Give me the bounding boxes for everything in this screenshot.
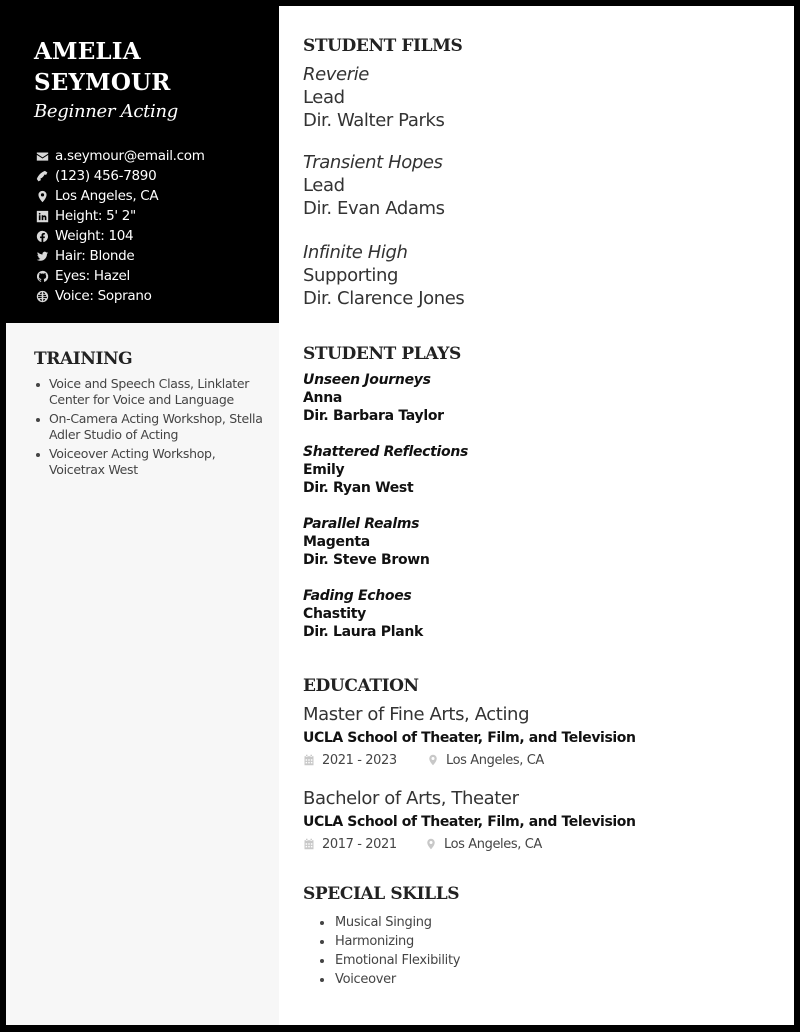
phone-icon bbox=[35, 169, 49, 183]
film-title: Infinite High bbox=[303, 242, 408, 263]
education-entry: Master of Fine Arts, Acting UCLA School … bbox=[303, 704, 636, 770]
contact-phone[interactable]: (123) 456-7890 bbox=[35, 166, 205, 186]
sidebar-header: AMELIA SEYMOUR Beginner Acting a.seymour… bbox=[0, 0, 279, 323]
location-text: Los Angeles, CA bbox=[446, 752, 544, 768]
film-entry: Infinite High Supporting Dir. Clarence J… bbox=[303, 241, 465, 310]
name-last: SEYMOUR bbox=[34, 69, 171, 96]
play-director: Dir. Laura Plank bbox=[303, 624, 424, 640]
location-text: Los Angeles, CA bbox=[444, 836, 542, 852]
play-role: Emily bbox=[303, 462, 345, 478]
skill-item: Voiceover bbox=[317, 970, 460, 989]
play-role: Anna bbox=[303, 390, 343, 406]
education-meta: 2017 - 2021 Los Angeles, CA bbox=[303, 834, 636, 854]
film-director: Dir. Clarence Jones bbox=[303, 288, 465, 309]
training-list: Voice and Speech Class, Linklater Center… bbox=[34, 376, 264, 481]
film-title: Reverie bbox=[303, 64, 369, 85]
school-name: UCLA School of Theater, Film, and Televi… bbox=[303, 730, 636, 746]
play-director: Dir. Ryan West bbox=[303, 480, 414, 496]
contact-weight-text: Weight: 104 bbox=[55, 228, 134, 244]
candidate-title: Beginner Acting bbox=[34, 101, 179, 122]
skills-list: Musical Singing Harmonizing Emotional Fl… bbox=[317, 913, 460, 989]
linkedin-icon bbox=[35, 209, 49, 223]
map-pin-icon bbox=[35, 189, 49, 203]
training-item: Voiceover Acting Workshop, Voicetrax Wes… bbox=[34, 446, 264, 478]
skill-item: Harmonizing bbox=[317, 932, 460, 951]
film-role: Lead bbox=[303, 87, 345, 108]
contact-hair: Hair: Blonde bbox=[35, 246, 205, 266]
facebook-icon bbox=[35, 229, 49, 243]
film-role: Supporting bbox=[303, 265, 398, 286]
play-director: Dir. Barbara Taylor bbox=[303, 408, 444, 424]
film-director: Dir. Evan Adams bbox=[303, 198, 445, 219]
contact-location: Los Angeles, CA bbox=[35, 186, 205, 206]
contact-list: a.seymour@email.com (123) 456-7890 Los A… bbox=[35, 146, 205, 306]
calendar-icon bbox=[304, 838, 314, 850]
film-role: Lead bbox=[303, 175, 345, 196]
contact-eyes: Eyes: Hazel bbox=[35, 266, 205, 286]
play-title: Shattered Reflections bbox=[303, 444, 469, 460]
school-name: UCLA School of Theater, Film, and Televi… bbox=[303, 814, 636, 830]
twitter-icon bbox=[35, 249, 49, 263]
name-first: AMELIA bbox=[34, 38, 141, 65]
dates-text: 2017 - 2021 bbox=[322, 836, 397, 852]
film-entry: Reverie Lead Dir. Walter Parks bbox=[303, 63, 445, 132]
education-entry: Bachelor of Arts, Theater UCLA School of… bbox=[303, 788, 636, 854]
contact-location-text: Los Angeles, CA bbox=[55, 188, 159, 204]
education-location: Los Angeles, CA bbox=[427, 753, 544, 768]
play-entry: Parallel Realms Magenta Dir. Steve Brown bbox=[303, 515, 430, 569]
play-director: Dir. Steve Brown bbox=[303, 552, 430, 568]
play-entry: Unseen Journeys Anna Dir. Barbara Taylor bbox=[303, 371, 444, 425]
map-pin-icon bbox=[427, 838, 435, 850]
envelope-icon bbox=[35, 149, 49, 163]
resume-page: AMELIA SEYMOUR Beginner Acting a.seymour… bbox=[0, 0, 794, 1025]
sidebar-body: TRAINING Voice and Speech Class, Linklat… bbox=[6, 323, 279, 1025]
film-director: Dir. Walter Parks bbox=[303, 110, 445, 131]
education-heading: EDUCATION bbox=[303, 676, 419, 696]
map-pin-icon bbox=[429, 754, 437, 766]
contact-height: Height: 5' 2" bbox=[35, 206, 205, 226]
contact-height-text: Height: 5' 2" bbox=[55, 208, 136, 224]
training-heading: TRAINING bbox=[34, 349, 133, 369]
play-role: Chastity bbox=[303, 606, 366, 622]
contact-phone-text: (123) 456-7890 bbox=[55, 168, 157, 184]
contact-email-text: a.seymour@email.com bbox=[55, 148, 205, 164]
play-role: Magenta bbox=[303, 534, 370, 550]
play-title: Fading Echoes bbox=[303, 588, 412, 604]
dates-text: 2021 - 2023 bbox=[322, 752, 397, 768]
skill-item: Musical Singing bbox=[317, 913, 460, 932]
contact-voice: Voice: Soprano bbox=[35, 286, 205, 306]
education-location: Los Angeles, CA bbox=[425, 837, 542, 852]
play-title: Unseen Journeys bbox=[303, 372, 431, 388]
student-films-heading: STUDENT FILMS bbox=[303, 36, 463, 56]
training-item: On-Camera Acting Workshop, Stella Adler … bbox=[34, 411, 264, 443]
globe-icon bbox=[35, 289, 49, 303]
contact-voice-text: Voice: Soprano bbox=[55, 288, 152, 304]
training-item: Voice and Speech Class, Linklater Center… bbox=[34, 376, 264, 408]
contact-hair-text: Hair: Blonde bbox=[55, 248, 135, 264]
play-title: Parallel Realms bbox=[303, 516, 420, 532]
degree: Master of Fine Arts, Acting bbox=[303, 704, 530, 725]
degree: Bachelor of Arts, Theater bbox=[303, 788, 519, 809]
github-icon bbox=[35, 269, 49, 283]
film-entry: Transient Hopes Lead Dir. Evan Adams bbox=[303, 151, 445, 220]
play-entry: Fading Echoes Chastity Dir. Laura Plank bbox=[303, 587, 423, 641]
film-title: Transient Hopes bbox=[303, 152, 443, 173]
education-dates: 2017 - 2021 bbox=[303, 837, 425, 852]
play-entry: Shattered Reflections Emily Dir. Ryan We… bbox=[303, 443, 468, 497]
special-skills-heading: SPECIAL SKILLS bbox=[303, 884, 460, 904]
contact-eyes-text: Eyes: Hazel bbox=[55, 268, 130, 284]
skill-item: Emotional Flexibility bbox=[317, 951, 460, 970]
candidate-name: AMELIA SEYMOUR bbox=[34, 36, 171, 98]
education-meta: 2021 - 2023 Los Angeles, CA bbox=[303, 750, 636, 770]
calendar-icon bbox=[304, 754, 314, 766]
contact-weight: Weight: 104 bbox=[35, 226, 205, 246]
student-plays-heading: STUDENT PLAYS bbox=[303, 344, 461, 364]
education-dates: 2021 - 2023 bbox=[303, 753, 427, 768]
contact-email[interactable]: a.seymour@email.com bbox=[35, 146, 205, 166]
